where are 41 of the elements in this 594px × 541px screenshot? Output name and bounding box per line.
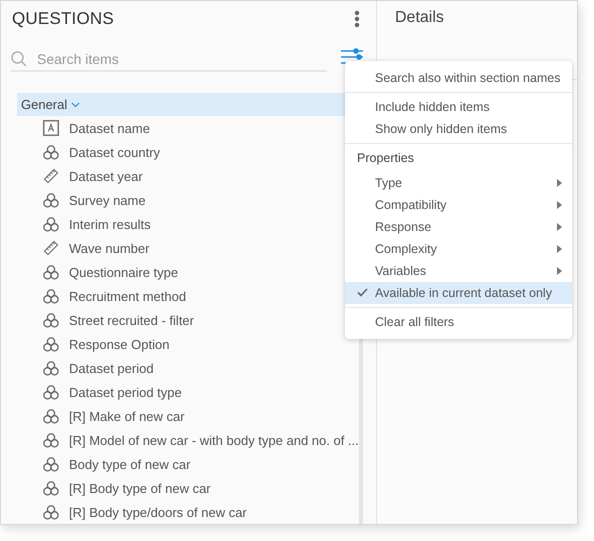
panel-title: QUESTIONS: [12, 9, 114, 29]
tree-item[interactable]: [R] Model of new car - with body type and no. of ...: [17, 428, 359, 452]
tree-item[interactable]: Response Option: [17, 332, 359, 356]
circles-icon: [43, 360, 59, 376]
tree-item[interactable]: [R] Body type of new car: [17, 476, 359, 500]
submenu-arrow-icon: [557, 245, 562, 253]
circles-icon: [43, 312, 59, 328]
tree-item[interactable]: [R] Make of new car: [17, 404, 359, 428]
ruler-icon: [43, 168, 59, 184]
submenu-arrow-icon: [557, 267, 562, 275]
search-field[interactable]: Search items: [35, 50, 309, 68]
circles-icon: [43, 264, 59, 280]
search-icon: [11, 51, 27, 67]
check-icon: [357, 288, 368, 297]
circles-icon: [43, 456, 59, 472]
circles-icon: [43, 192, 59, 208]
tree-item[interactable]: Dataset country: [17, 140, 359, 164]
submenu-arrow-icon: [557, 179, 562, 187]
chevron-icon: [71, 102, 80, 108]
circles-icon: [43, 384, 59, 400]
submenu-arrow-icon: [557, 201, 562, 209]
text-icon: [43, 120, 59, 136]
menu-item[interactable]: Search also within section names: [345, 67, 572, 89]
panel-title: Details: [394, 8, 445, 27]
circles-icon: [43, 144, 59, 160]
circles-icon: [43, 408, 59, 424]
ruler-icon: [43, 240, 59, 256]
submenu-arrow-icon: [557, 223, 562, 231]
menu-heading: Properties: [356, 150, 415, 167]
circles-icon: [43, 216, 59, 232]
menu-item[interactable]: Available in current dataset only: [345, 282, 572, 304]
circles-icon: [43, 336, 59, 352]
tree-item[interactable]: [R] Body type/doors of new car: [17, 500, 359, 524]
tree-item[interactable]: Dataset period: [17, 356, 359, 380]
circles-icon: [43, 480, 59, 496]
circles-icon: [43, 288, 59, 304]
more-icon[interactable]: [354, 10, 360, 28]
circles-icon: [43, 504, 59, 520]
tree-item[interactable]: Body type of new car: [17, 452, 359, 476]
tree-item[interactable]: Dataset period type: [17, 380, 359, 404]
circles-icon: [43, 432, 59, 448]
